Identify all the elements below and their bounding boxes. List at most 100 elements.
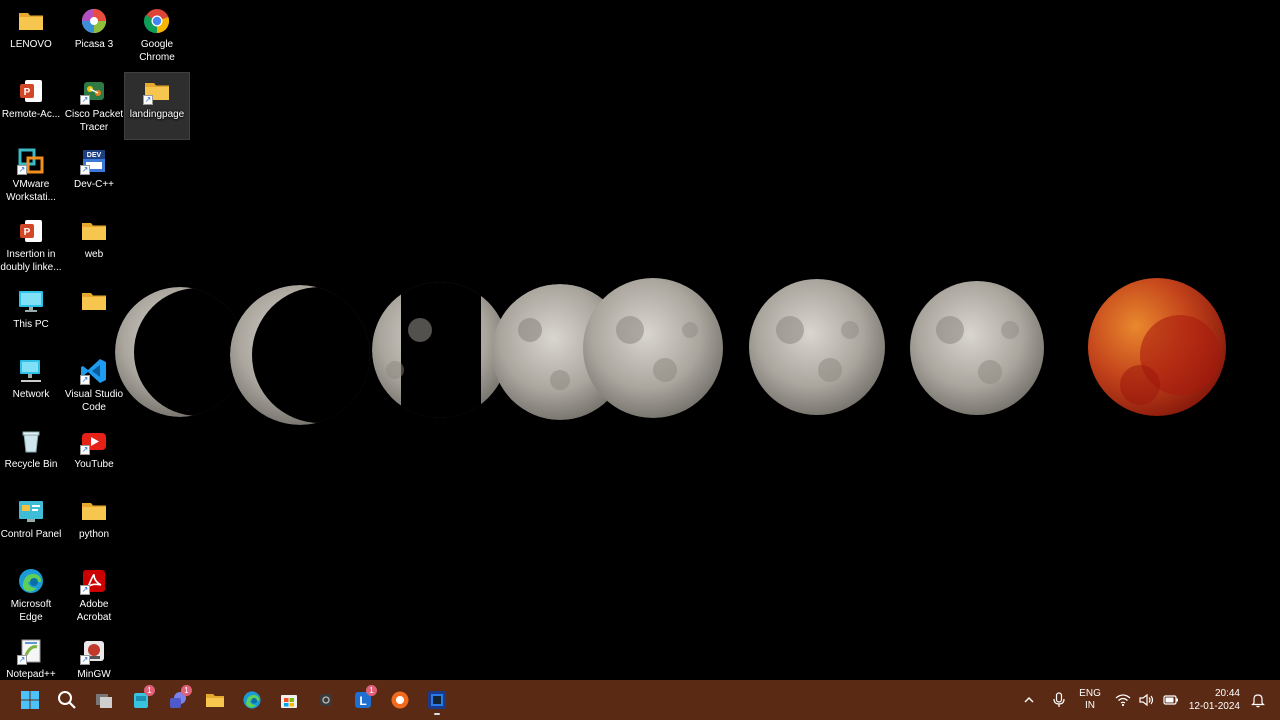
desktop-icon-dev-c[interactable]: DEV ↗ Dev-C++	[62, 143, 126, 209]
moon-blood	[1088, 278, 1226, 416]
desktop-icon-label: Adobe Acrobat	[76, 599, 112, 623]
taskbar-edge-button[interactable]	[236, 684, 268, 716]
desktop-icon-label: Remote-Ac...	[1, 109, 61, 120]
desktop-icon-adobe-acrobat[interactable]: ↗ Adobe Acrobat	[62, 563, 126, 629]
desktop-icon-insertion-in-doubly-linke[interactable]: P Insertion in doubly linke...	[0, 213, 63, 279]
search-icon	[57, 690, 77, 710]
desktop-icon-label: Recycle Bin	[4, 459, 58, 470]
moon-gibbous-2	[583, 278, 723, 418]
avast-icon	[390, 690, 410, 710]
taskbar-media-app-button[interactable]	[421, 684, 453, 716]
folder-icon	[17, 7, 45, 35]
picasa-icon	[80, 7, 108, 35]
control-panel-icon	[17, 497, 45, 525]
desktop-icon-this-pc[interactable]: This PC	[0, 283, 63, 349]
taskbar-task-view-button[interactable]	[88, 684, 120, 716]
desktop-icon-label: Dev-C++	[73, 179, 114, 190]
desktop-icon-label: YouTube	[74, 459, 114, 470]
desktop-icon-cisco-packet-tracer[interactable]: ↗ Cisco Packet Tracer	[62, 73, 126, 139]
taskbar-lenovo-vantage-button[interactable]: L1	[347, 684, 379, 716]
acrobat-icon: ↗	[80, 567, 108, 595]
desktop-icon-label: Insertion in doubly linke...	[0, 249, 62, 273]
desktop-icon-label: Visual Studio Code	[64, 389, 124, 413]
folder-icon	[80, 217, 108, 245]
taskbar-camera-button[interactable]	[310, 684, 342, 716]
moon-full-2	[910, 281, 1044, 415]
folder-shortcut-icon: ↗	[143, 77, 171, 105]
desktop-icon-youtube[interactable]: ↗ YouTube	[62, 423, 126, 489]
desktop-icon-python[interactable]: python	[62, 493, 126, 559]
taskbar-file-explorer-button[interactable]	[199, 684, 231, 716]
volume-icon[interactable]	[1137, 690, 1157, 710]
moon-full-1	[749, 279, 885, 415]
desktop-icon-label: VMware Workstati...	[6, 179, 56, 203]
mingw-icon: ↗	[80, 637, 108, 665]
desktop-icon-recycle-bin[interactable]: Recycle Bin	[0, 423, 63, 489]
windows-start-icon	[20, 690, 40, 710]
desktop-icon-label: LENOVO	[10, 39, 52, 50]
dev-cpp-icon: DEV ↗	[80, 147, 108, 175]
clock[interactable]: 20:44 12-01-2024	[1189, 687, 1240, 713]
microsoft-store-icon	[279, 690, 299, 710]
taskbar-search-button[interactable]	[51, 684, 83, 716]
desktop-icon-vmware-workstati[interactable]: ↗ VMware Workstati...	[0, 143, 63, 209]
desktop-icon-label: web	[84, 249, 104, 260]
network-icon	[17, 357, 45, 385]
desktop-icon-microsoft-edge[interactable]: Microsoft Edge	[0, 563, 63, 629]
svg-text:P: P	[24, 227, 31, 238]
vscode-icon: ↗	[80, 357, 108, 385]
desktop-icon-label: Google Chrome	[139, 39, 175, 63]
powerpoint-icon: P	[17, 77, 45, 105]
desktop-icon-label: Control Panel	[0, 529, 62, 540]
chrome-icon	[143, 7, 171, 35]
desktop-icon-google-chrome[interactable]: Google Chrome	[125, 3, 189, 69]
camera-icon	[316, 690, 336, 710]
battery-icon[interactable]	[1161, 690, 1181, 710]
vmware-icon: ↗	[17, 147, 45, 175]
notification-badge: 1	[181, 685, 192, 696]
desktop-icon-picasa-3[interactable]: Picasa 3	[62, 3, 126, 69]
task-view-icon	[94, 690, 114, 710]
desktop-icon-lenovo[interactable]: LENOVO	[0, 3, 63, 69]
svg-text:L: L	[359, 694, 366, 708]
desktop-icon-control-panel[interactable]: Control Panel	[0, 493, 63, 559]
desktop-icon-web[interactable]: web	[62, 213, 126, 279]
notepadpp-icon: ↗	[17, 637, 45, 665]
desktop-icon-label: Cisco Packet Tracer	[64, 109, 124, 133]
clock-date: 12-01-2024	[1188, 701, 1240, 712]
moon-phases-wallpaper	[115, 278, 1226, 425]
media-app-icon	[427, 690, 447, 710]
recycle-bin-icon	[17, 427, 45, 455]
desktop-icon-remote-ac[interactable]: P Remote-Ac...	[0, 73, 63, 139]
language-indicator[interactable]: ENG IN	[1079, 688, 1101, 712]
svg-text:DEV: DEV	[87, 152, 102, 159]
folder-icon	[80, 497, 108, 525]
desktop-icon-folder[interactable]	[62, 283, 126, 349]
notification-badge: 1	[144, 685, 155, 696]
desktop-icon-network[interactable]: Network	[0, 353, 63, 419]
taskbar: 1 1 L1 ENG IN 20:44 12-01-2024	[0, 680, 1280, 720]
chevron-up-icon[interactable]	[1019, 690, 1039, 710]
desktop-icon-landingpage[interactable]: ↗ landingpage	[124, 72, 190, 140]
folder-icon	[80, 287, 108, 315]
edge-icon	[242, 690, 262, 710]
desktop-icon-visual-studio-code[interactable]: ↗ Visual Studio Code	[62, 353, 126, 419]
taskbar-microsoft-store-button[interactable]	[273, 684, 305, 716]
taskbar-widgets-button[interactable]: 1	[125, 684, 157, 716]
notification-bell-icon[interactable]	[1248, 690, 1268, 710]
desktop-icon-label: Picasa 3	[74, 39, 114, 50]
taskbar-avast-button[interactable]	[384, 684, 416, 716]
microphone-icon[interactable]	[1049, 690, 1069, 710]
taskbar-windows-start-button[interactable]	[14, 684, 46, 716]
file-explorer-icon	[205, 690, 225, 710]
clock-time: 20:44	[1214, 688, 1240, 699]
svg-text:P: P	[24, 87, 31, 98]
desktop-icon-label: Network	[12, 389, 50, 400]
language-region: IN	[1085, 700, 1095, 711]
running-indicator	[434, 713, 440, 715]
taskbar-apps: 1 1 L1	[14, 684, 458, 716]
moon-quarter	[372, 282, 508, 418]
monitor-icon	[17, 287, 45, 315]
taskbar-teams-chat-button[interactable]: 1	[162, 684, 194, 716]
wifi-icon[interactable]	[1113, 690, 1133, 710]
